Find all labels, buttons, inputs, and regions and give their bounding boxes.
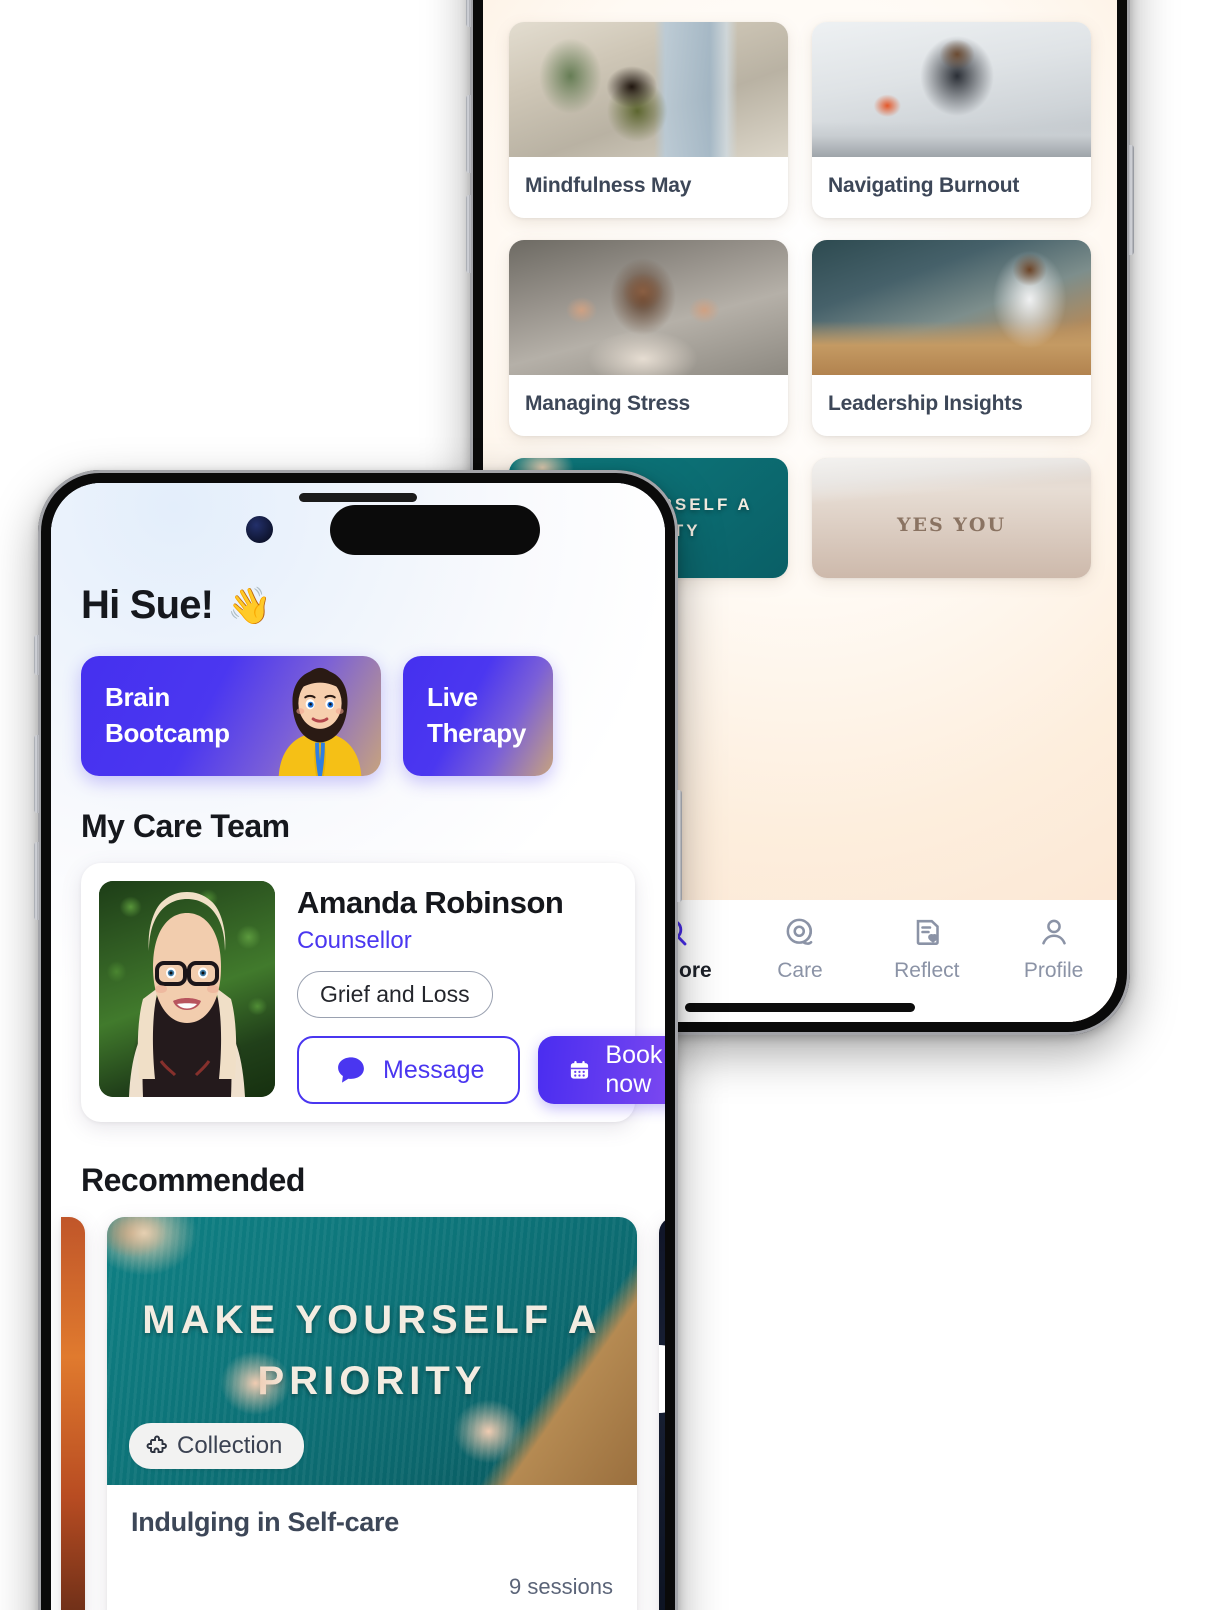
- calendar-icon: [571, 1061, 589, 1079]
- care-icon: [786, 918, 813, 945]
- tab-reflect[interactable]: Reflect: [863, 914, 990, 983]
- care-team-heading: My Care Team: [81, 808, 290, 844]
- volume-up-button[interactable]: [34, 735, 39, 813]
- avatar: [99, 881, 275, 1097]
- wave-emoji: 👋: [227, 584, 272, 626]
- card-title: Mindfulness May: [525, 173, 692, 197]
- home-indicator: [685, 1003, 915, 1012]
- recommended-card[interactable]: MAKE YOURSELF A PRIORITY Collection: [107, 1217, 637, 1610]
- featured-card[interactable]: YES YOU: [812, 457, 1091, 578]
- quick-action-label: Brain Bootcamp: [105, 682, 230, 748]
- book-now-button-label: Book now: [605, 1041, 663, 1098]
- care-member-info: Amanda Robinson Counsellor Grief and Los…: [297, 881, 665, 1104]
- tab-label: Profile: [1023, 959, 1084, 982]
- quick-action-live-therapy[interactable]: Live Therapy: [403, 656, 553, 776]
- tab-label: Care: [777, 959, 823, 982]
- screenshot-stage: Collection Mindfulness May 31 sessions: [0, 0, 1224, 1610]
- card-body: Indulging in Self-care 9 sessions: [107, 1485, 637, 1610]
- greeting-header: Hi Sue! 👋: [81, 583, 635, 628]
- card-title: Navigating Burnout: [828, 173, 1020, 197]
- featured-card[interactable]: Leadership Insights: [812, 239, 1091, 436]
- chip-label: Collection: [177, 1432, 283, 1459]
- recommended-card-prev[interactable]: [61, 1217, 85, 1610]
- care-member-name: Amanda Robinson: [297, 885, 564, 920]
- featured-card[interactable]: Managing Stress: [509, 239, 788, 436]
- card-type-chip: Collection: [129, 1423, 305, 1469]
- care-member-role: Counsellor: [297, 927, 412, 954]
- message-button-label: Message: [383, 1055, 485, 1084]
- puzzle-icon: [146, 1435, 167, 1453]
- card-thumbnail: YES YOU: [812, 457, 1091, 578]
- card-title: Indulging in Self-care: [131, 1507, 399, 1537]
- reflect-icon: [916, 919, 939, 945]
- card-meta: 9 sessions: [509, 1574, 613, 1599]
- featured-card[interactable]: Navigating Burnout: [812, 21, 1091, 218]
- message-button[interactable]: Message: [297, 1036, 521, 1104]
- quick-action-carousel[interactable]: Brain Bootcamp Live Therapy: [81, 656, 635, 776]
- tab-care[interactable]: Care: [737, 914, 864, 983]
- card-thumbnail: [812, 239, 1091, 375]
- featured-card[interactable]: Mindfulness May: [509, 21, 788, 218]
- profile-icon: [1041, 919, 1066, 945]
- card-title: Managing Stress: [525, 391, 691, 415]
- mute-switch[interactable]: [34, 635, 39, 675]
- recommended-heading: Recommended: [81, 1162, 305, 1198]
- card-thumbnail: [509, 239, 788, 375]
- person-portrait: [129, 892, 245, 1097]
- care-member-specialty-tag: Grief and Loss: [297, 971, 493, 1018]
- volume-up-button[interactable]: [466, 95, 471, 173]
- care-member-actions: Message Book now: [297, 1036, 665, 1104]
- book-now-button[interactable]: Book now: [538, 1036, 665, 1104]
- power-button[interactable]: [677, 790, 682, 902]
- card-thumbnail: [509, 21, 788, 157]
- greeting-text: Hi Sue!: [81, 583, 214, 627]
- quick-action-brain-bootcamp[interactable]: Brain Bootcamp: [81, 656, 381, 776]
- care-team-member-card[interactable]: Amanda Robinson Counsellor Grief and Los…: [81, 863, 665, 1122]
- card-thumbnail: MAKE YOURSELF A PRIORITY Collection: [107, 1217, 637, 1485]
- volume-down-button[interactable]: [34, 842, 39, 920]
- mute-switch[interactable]: [466, 0, 471, 27]
- card-thumbnail: [812, 21, 1091, 157]
- recommended-card-next[interactable]: [659, 1217, 665, 1610]
- card-thumbnail: [61, 1217, 85, 1610]
- tab-profile[interactable]: Profile: [990, 914, 1117, 983]
- volume-down-button[interactable]: [466, 195, 471, 273]
- card-thumbnail: [659, 1217, 665, 1610]
- recommended-carousel[interactable]: MAKE YOURSELF A PRIORITY Collection: [61, 1217, 665, 1610]
- home-content: Hi Sue! 👋 Brain Bootcamp Live Therapy My…: [51, 483, 665, 1610]
- power-button[interactable]: [1129, 145, 1134, 255]
- card-title: Leadership Insights: [828, 391, 1023, 415]
- sand-text: YES YOU: [896, 513, 1007, 536]
- female-avatar-3d: [278, 667, 362, 776]
- front-phone-device: Hi Sue! 👋 Brain Bootcamp Live Therapy My…: [34, 470, 682, 1610]
- chat-bubble-icon: [338, 1057, 364, 1083]
- quick-action-label: Live Therapy: [427, 682, 527, 748]
- front-phone-screen: Hi Sue! 👋 Brain Bootcamp Live Therapy My…: [51, 483, 665, 1610]
- tab-label: Reflect: [894, 959, 960, 982]
